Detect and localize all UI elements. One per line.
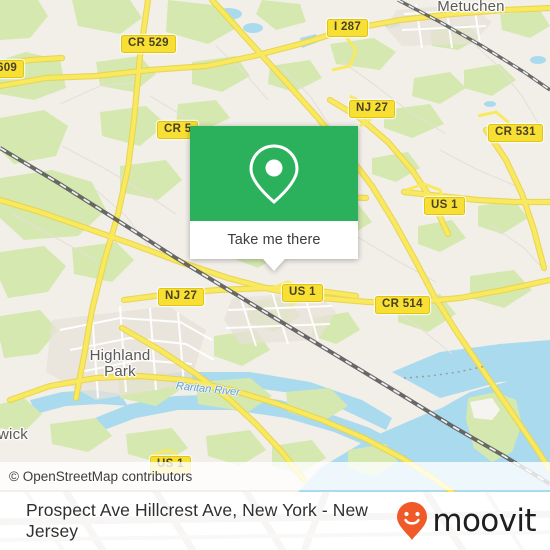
moovit-pin-smiley-icon	[397, 502, 428, 540]
shield-i-287[interactable]: I 287	[327, 19, 369, 37]
moovit-map-screenshot: Metuchen Highland Park wick Raritan Rive…	[0, 0, 550, 550]
osm-attribution-text: © OpenStreetMap contributors	[9, 468, 193, 484]
moovit-logo[interactable]: moovit	[396, 501, 537, 541]
shield-cr-531[interactable]: CR 531	[488, 124, 543, 142]
shield-us-1-east[interactable]: US 1	[424, 197, 465, 215]
moovit-wordmark: moovit	[432, 502, 536, 539]
take-me-there-label: Take me there	[227, 232, 321, 248]
map-canvas[interactable]: Metuchen Highland Park wick Raritan Rive…	[0, 0, 550, 492]
shield-nj-27-south[interactable]: NJ 27	[158, 288, 205, 306]
shield-609[interactable]: 609	[0, 60, 25, 78]
osm-attribution[interactable]: © OpenStreetMap contributors	[0, 462, 550, 490]
popup-tail-arrow	[263, 259, 285, 271]
map-pin-icon	[249, 143, 299, 204]
shield-cr-529[interactable]: CR 529	[121, 35, 176, 53]
shield-nj-27-north[interactable]: NJ 27	[349, 100, 396, 118]
location-popup[interactable]: Take me there	[190, 126, 358, 271]
popup-action[interactable]: Take me there	[190, 221, 358, 259]
shield-us-1-center[interactable]: US 1	[282, 284, 323, 302]
popup-header	[190, 126, 358, 221]
footer-bar: Prospect Ave Hillcrest Ave, New York - N…	[0, 492, 550, 550]
shield-cr-514[interactable]: CR 514	[375, 296, 430, 314]
page-title: Prospect Ave Hillcrest Ave, New York - N…	[26, 500, 369, 541]
